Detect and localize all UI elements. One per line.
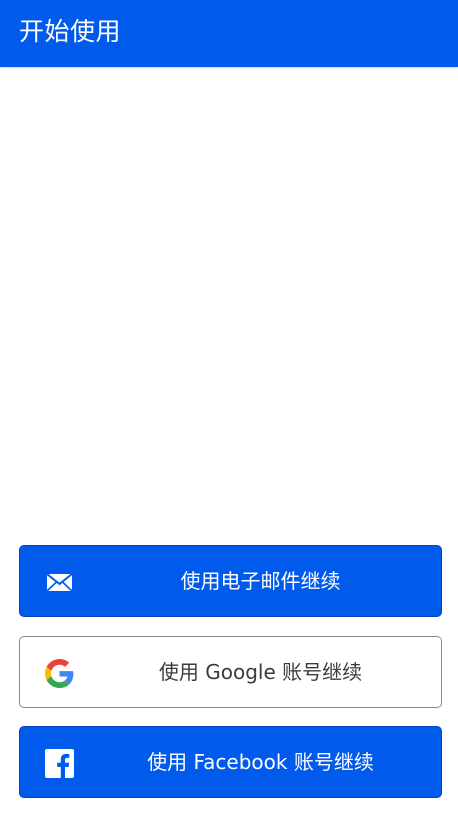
continue-with-facebook-button[interactable]: 使用 Facebook 账号继续 [19,726,442,798]
google-icon [45,659,74,688]
continue-with-facebook-label: 使用 Facebook 账号继续 [147,750,374,774]
facebook-icon [45,749,74,778]
continue-with-google-button[interactable]: 使用 Google 账号继续 [19,636,442,708]
onboarding-screen: 开始使用 使用电子邮件继续 使用 Google 账号继续 使用 Facebook… [0,0,458,820]
continue-with-email-button[interactable]: 使用电子邮件继续 [19,545,442,617]
page-title: 开始使用 [19,17,122,46]
continue-with-google-label: 使用 Google 账号继续 [158,660,363,684]
continue-with-email-label: 使用电子邮件继续 [180,569,341,593]
envelope-icon [45,568,74,597]
app-bar: 开始使用 [0,0,458,67]
